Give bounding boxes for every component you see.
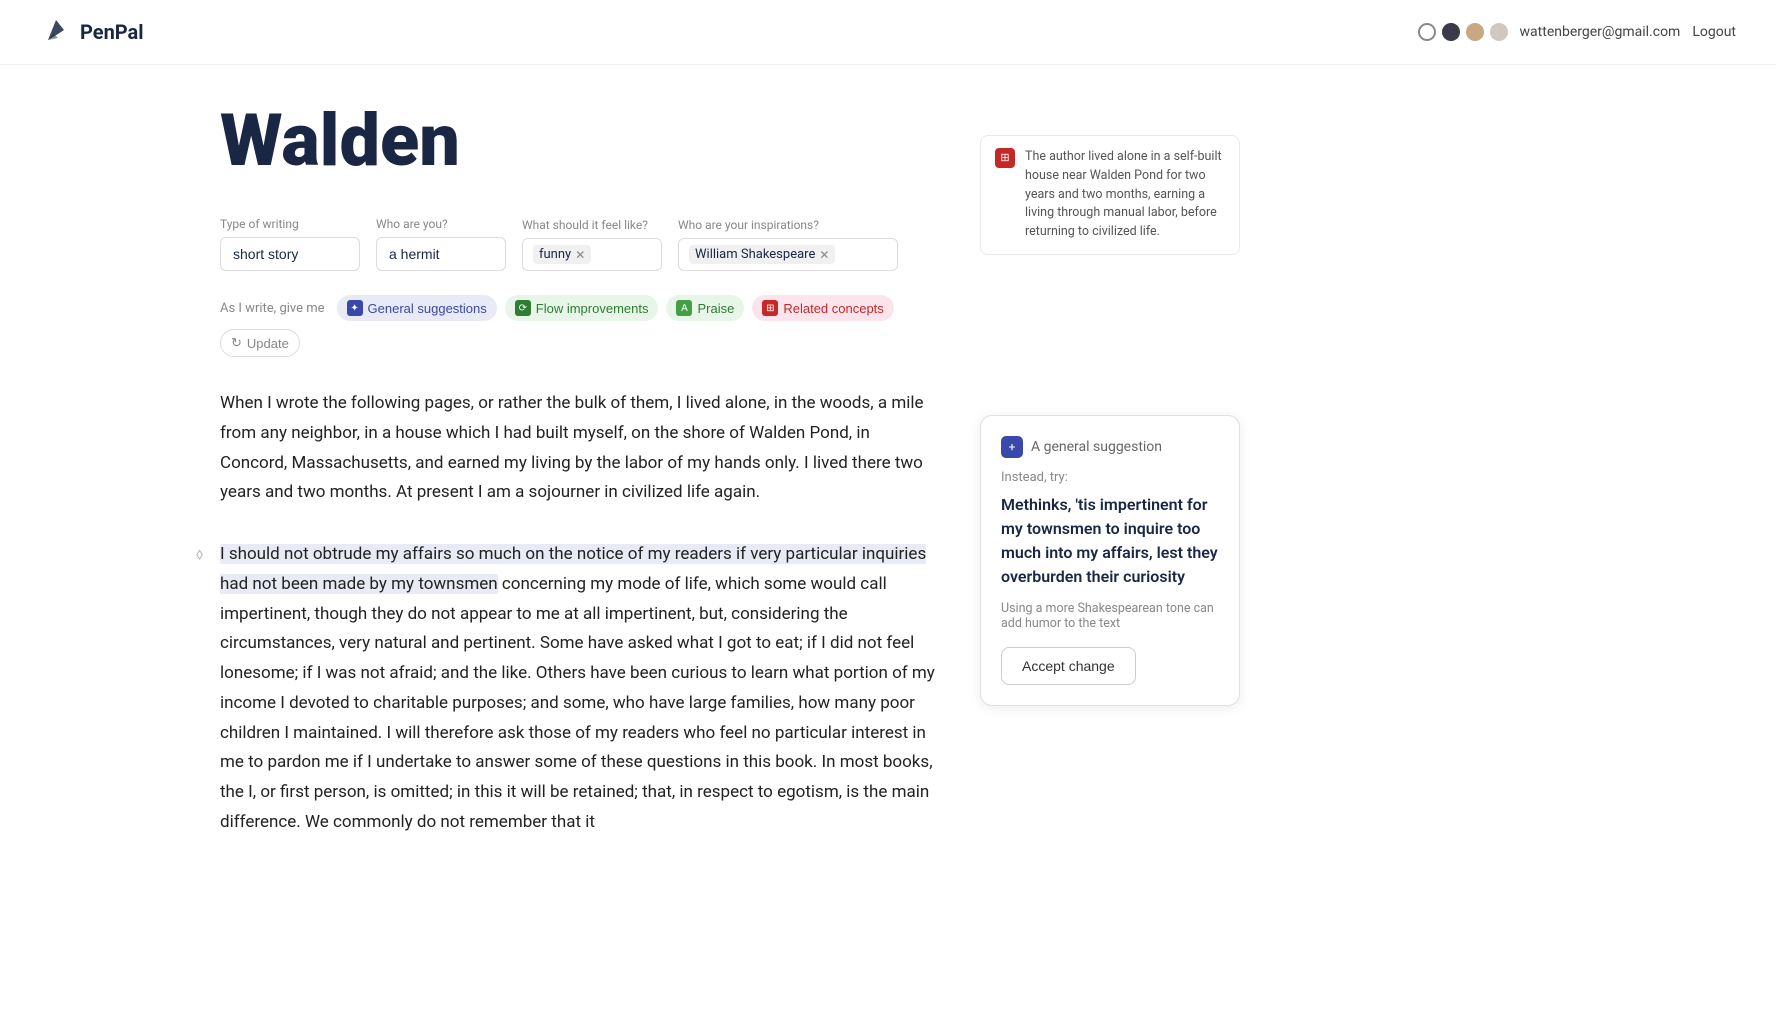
second-paragraph-container: ⬨ I should not obtrude my affairs so muc… xyxy=(220,540,940,870)
flow-improvements-label: Flow improvements xyxy=(536,301,649,316)
second-paragraph-rest: concerning my mode of life, which some w… xyxy=(220,574,935,832)
document-title: Walden xyxy=(220,105,940,177)
content-area: Walden Type of writing Who are you? What… xyxy=(220,105,940,870)
filter-who-are-you: Who are you? xyxy=(376,217,506,271)
type-of-writing-input[interactable] xyxy=(220,237,360,271)
first-paragraph: When I wrote the following pages, or rat… xyxy=(220,389,940,508)
update-label: Update xyxy=(247,336,289,351)
suggestion-card: + A general suggestion Instead, try: Met… xyxy=(980,415,1240,706)
accept-change-button[interactable]: Accept change xyxy=(1001,647,1136,685)
main-container: Walden Type of writing Who are you? What… xyxy=(0,65,1776,910)
update-icon: ↻ xyxy=(231,335,242,351)
right-sidebar: ⊞ The author lived alone in a self-built… xyxy=(980,105,1240,870)
feel-like-input[interactable]: funny ✕ xyxy=(522,238,662,271)
general-icon: ✦ xyxy=(347,300,363,316)
navbar-right: wattenberger@gmail.com Logout xyxy=(1418,23,1736,41)
feel-like-tag-close[interactable]: ✕ xyxy=(575,248,585,262)
who-are-you-label: Who are you? xyxy=(376,217,506,231)
feel-like-tag: funny ✕ xyxy=(533,245,591,264)
logo-text: PenPal xyxy=(80,20,144,44)
related-concepts-button[interactable]: ⊞ Related concepts xyxy=(752,295,893,321)
general-suggestions-button[interactable]: ✦ General suggestions xyxy=(337,295,497,321)
inspiration-tag-close[interactable]: ✕ xyxy=(819,248,829,262)
annotation-card: ⊞ The author lived alone in a self-built… xyxy=(980,135,1240,255)
inspiration-tag-text: William Shakespeare xyxy=(695,247,815,262)
general-suggestions-label: General suggestions xyxy=(368,301,487,316)
praise-icon: A xyxy=(676,300,692,316)
suggestion-note: Using a more Shakespearean tone can add … xyxy=(1001,601,1219,631)
praise-button[interactable]: A Praise xyxy=(666,295,744,321)
annotation-text: The author lived alone in a self-built h… xyxy=(1025,148,1225,242)
circle-light xyxy=(1490,23,1508,41)
suggestion-card-header: + A general suggestion xyxy=(1001,436,1219,458)
filters-row: Type of writing Who are you? What should… xyxy=(220,217,940,271)
related-concepts-label: Related concepts xyxy=(783,301,883,316)
filter-type-of-writing: Type of writing xyxy=(220,217,360,271)
feel-like-label: What should it feel like? xyxy=(522,218,662,232)
flow-icon: ⟳ xyxy=(515,300,531,316)
annotation-icon: ⊞ xyxy=(995,148,1015,168)
penpal-logo-icon xyxy=(40,16,72,48)
filter-feel-like: What should it feel like? funny ✕ xyxy=(522,218,662,271)
logout-button[interactable]: Logout xyxy=(1692,24,1736,40)
circle-outline xyxy=(1418,23,1436,41)
logo-area: PenPal xyxy=(40,16,144,48)
update-button[interactable]: ↻ Update xyxy=(220,329,300,357)
inspirations-input[interactable]: William Shakespeare ✕ xyxy=(678,238,898,271)
suggestions-prefix: As I write, give me xyxy=(220,301,325,316)
nav-circles xyxy=(1418,23,1508,41)
navbar: PenPal wattenberger@gmail.com Logout xyxy=(0,0,1776,65)
second-paragraph: I should not obtrude my affairs so much … xyxy=(220,540,940,838)
inspirations-label: Who are your inspirations? xyxy=(678,218,898,232)
suggestions-toolbar: As I write, give me ✦ General suggestion… xyxy=(220,295,940,357)
filter-inspirations: Who are your inspirations? William Shake… xyxy=(678,218,898,271)
type-of-writing-label: Type of writing xyxy=(220,217,360,231)
related-icon: ⊞ xyxy=(762,300,778,316)
suggestion-card-icon: + xyxy=(1001,436,1023,458)
user-email: wattenberger@gmail.com xyxy=(1520,24,1681,40)
flow-improvements-button[interactable]: ⟳ Flow improvements xyxy=(505,295,659,321)
inspiration-tag: William Shakespeare ✕ xyxy=(689,245,835,264)
feel-like-tag-text: funny xyxy=(539,247,571,262)
suggestion-text: Methinks, 'tis impertinent for my townsm… xyxy=(1001,493,1219,589)
circle-dark xyxy=(1442,23,1460,41)
praise-label: Praise xyxy=(697,301,734,316)
suggestion-card-title: A general suggestion xyxy=(1031,439,1162,455)
circle-tan xyxy=(1466,23,1484,41)
paragraph-arrow-icon: ⬨ xyxy=(196,544,203,564)
suggestion-instead-label: Instead, try: xyxy=(1001,470,1219,485)
who-are-you-input[interactable] xyxy=(376,237,506,271)
